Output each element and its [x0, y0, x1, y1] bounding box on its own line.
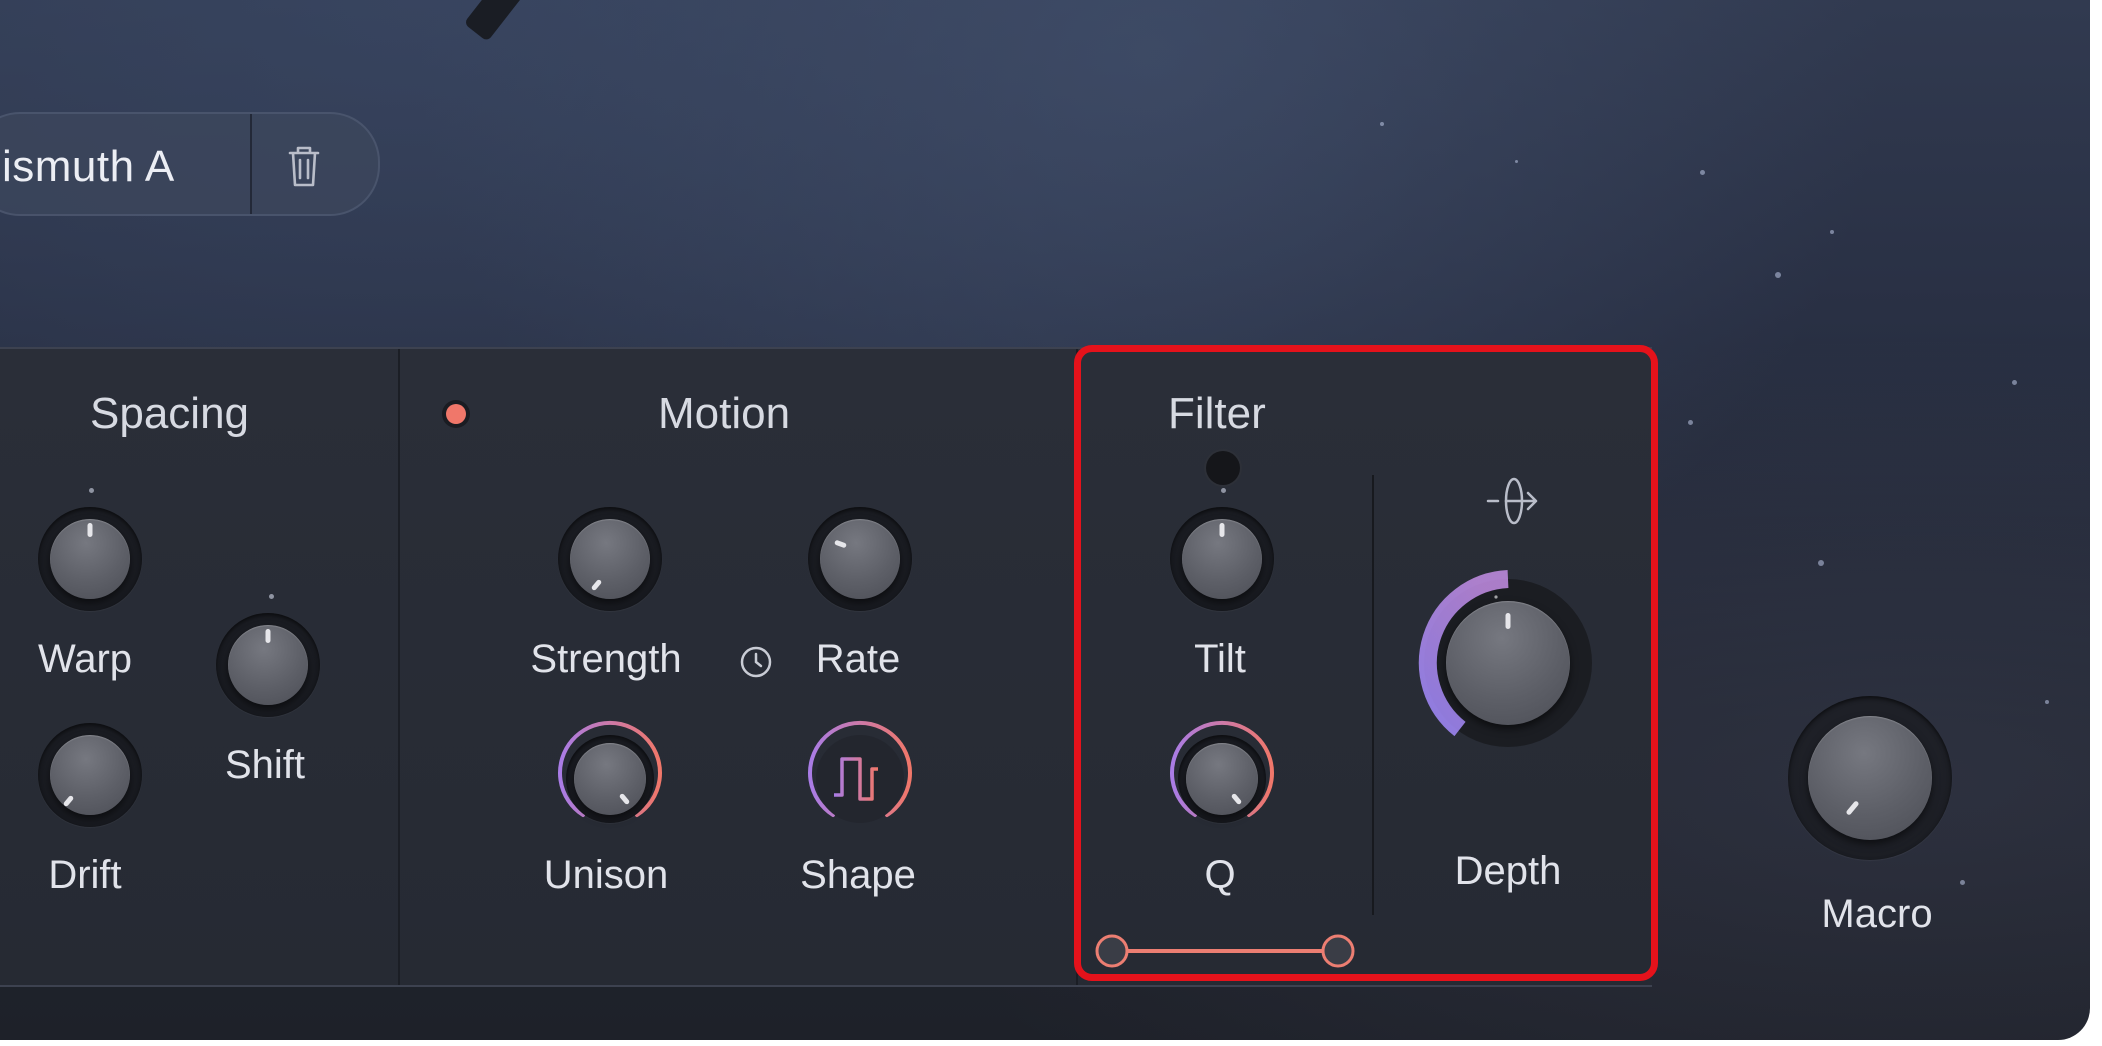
- rate-label: Rate: [815, 637, 901, 681]
- shift-label: Shift: [224, 743, 306, 787]
- rate-knob[interactable]: [808, 507, 912, 611]
- plugin-window: ismuth A Spacing Warp Shift Drift Motion…: [0, 0, 2090, 1040]
- clock-icon[interactable]: [738, 644, 774, 680]
- section-title-spacing: Spacing: [90, 389, 250, 438]
- background-star: [1515, 160, 1518, 163]
- background-star: [1688, 420, 1693, 425]
- background-star: [1775, 272, 1781, 278]
- warp-label: Warp: [37, 637, 133, 681]
- background-decoration: [463, 0, 531, 42]
- section-title-motion: Motion: [658, 389, 791, 438]
- trash-icon[interactable]: [276, 138, 332, 194]
- strength-knob[interactable]: [558, 507, 662, 611]
- background-star: [1380, 122, 1384, 126]
- background-star: [1960, 880, 1965, 885]
- filter-section-highlight: [1074, 345, 1658, 981]
- preset-divider: [250, 114, 252, 214]
- unison-knob[interactable]: [566, 735, 654, 823]
- background-star: [1818, 560, 1824, 566]
- shift-knob[interactable]: [216, 613, 320, 717]
- motion-enable-indicator[interactable]: [442, 400, 470, 428]
- strength-label: Strength: [530, 637, 682, 681]
- knob-center-marker: [89, 488, 94, 493]
- preset-selector[interactable]: ismuth A: [0, 112, 380, 216]
- drift-knob[interactable]: [38, 723, 142, 827]
- macro-knob[interactable]: [1788, 696, 1952, 860]
- preset-name[interactable]: ismuth A: [2, 142, 175, 192]
- macro-label: Macro: [1821, 892, 1933, 936]
- shape-label: Shape: [800, 853, 916, 897]
- drift-label: Drift: [48, 853, 122, 897]
- background-star: [2045, 700, 2049, 704]
- knob-center-marker: [269, 594, 274, 599]
- warp-knob[interactable]: [38, 507, 142, 611]
- background-star: [1700, 170, 1705, 175]
- background-star: [2012, 380, 2017, 385]
- unison-label: Unison: [543, 853, 669, 897]
- section-divider: [398, 349, 400, 985]
- background-star: [1830, 230, 1834, 234]
- shape-selector[interactable]: [800, 719, 920, 839]
